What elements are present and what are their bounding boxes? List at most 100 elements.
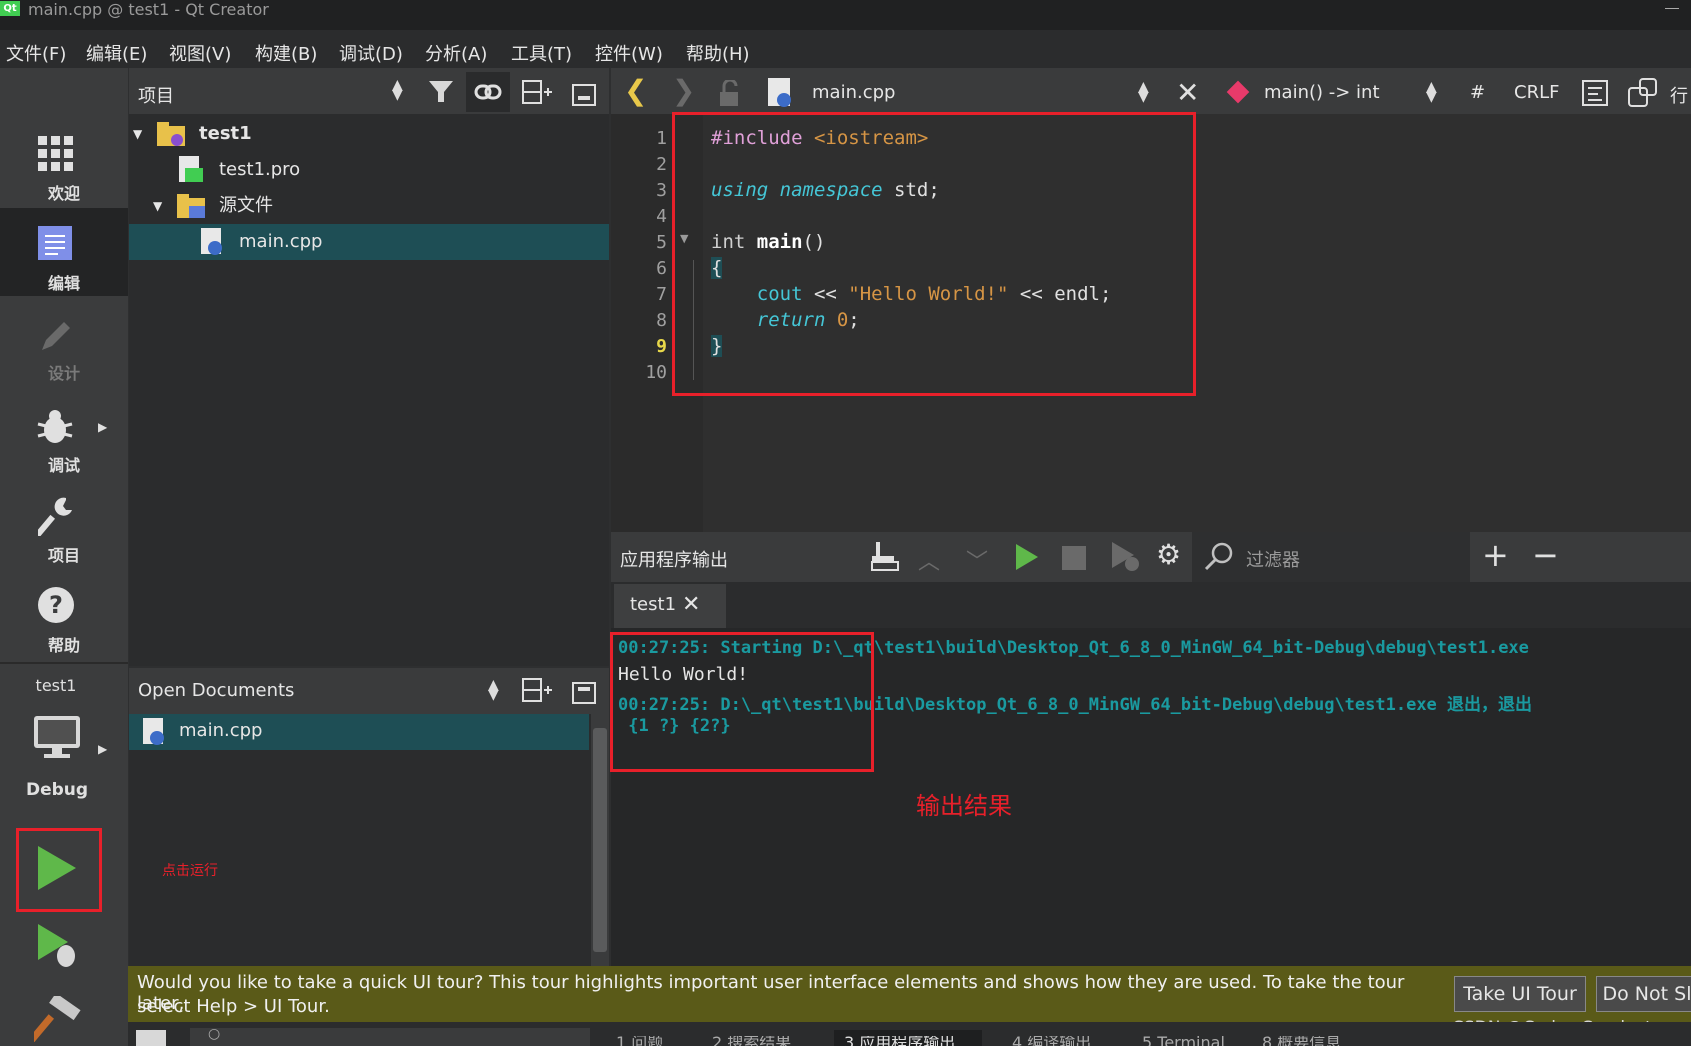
expand-icon: ▼ (133, 127, 143, 141)
outline-icon[interactable] (1582, 80, 1610, 108)
output-filter-input[interactable]: 过滤器 (1192, 532, 1470, 582)
output-tab-test1[interactable]: test1 ✕ (614, 584, 726, 628)
menu-debug[interactable]: 调试(D) (339, 40, 403, 66)
help-icon: ? (38, 587, 74, 623)
lock-icon[interactable] (718, 80, 742, 108)
open-docs-close-icon[interactable] (572, 682, 596, 704)
menu-build[interactable]: 构建(B) (255, 40, 317, 66)
tree-root-label: test1 (199, 123, 252, 144)
monitor-icon[interactable] (32, 714, 82, 762)
status-tab-terminal[interactable]: 5 Terminal (1142, 1036, 1225, 1046)
tour-message-line-2: select Help > UI Tour. (137, 996, 330, 1017)
zoom-in-icon[interactable]: + (1482, 536, 1509, 574)
line-number: 6 (656, 258, 667, 279)
mode-projects-label: 项目 (47, 546, 80, 565)
sort-arrows-icon[interactable]: ▲ ▼ (392, 78, 403, 102)
split-editor-icon[interactable] (1628, 78, 1658, 108)
run-icon[interactable] (36, 844, 78, 892)
open-docs-sort-icon[interactable]: ▲ ▼ (488, 678, 499, 702)
symbol-selector[interactable]: main() -> int (1264, 82, 1380, 103)
status-tab-compile[interactable]: 4 编译输出 (1012, 1036, 1091, 1046)
status-tab-app-output[interactable]: 3 应用程序输出 (844, 1036, 955, 1046)
menu-help[interactable]: 帮助(H) (686, 40, 750, 66)
zoom-out-icon[interactable]: − (1532, 536, 1559, 574)
minimize-icon[interactable] (1665, 8, 1679, 9)
mode-welcome[interactable]: 欢迎 (0, 118, 128, 208)
menu-bar (0, 30, 1691, 68)
hash-label: # (1470, 82, 1486, 103)
status-tab-search[interactable]: 2 搜索结果 (712, 1036, 791, 1046)
menu-widgets[interactable]: 控件(W) (595, 40, 663, 66)
status-tab-general[interactable]: 8 概要信息 (1262, 1036, 1341, 1046)
scroll-thumb[interactable] (593, 728, 607, 952)
menu-edit[interactable]: 编辑(E) (86, 40, 147, 66)
mode-help[interactable]: ? 帮助 (0, 570, 128, 660)
run-annotation: 点击运行 (162, 863, 218, 879)
tree-item-main-cpp[interactable]: main.cpp (129, 224, 609, 260)
output-header (611, 532, 1691, 582)
menu-analyze[interactable]: 分析(A) (425, 40, 487, 66)
do-not-show-button[interactable]: Do Not Sl (1596, 976, 1691, 1012)
build-hammer-icon[interactable] (34, 996, 84, 1042)
bug-icon (37, 410, 73, 443)
open-docs-split-icon[interactable] (522, 678, 552, 704)
mode-debug[interactable]: ▶ 调试 (0, 390, 128, 478)
code-highlight-box (672, 112, 1196, 396)
previous-item-icon[interactable]: ︿ (918, 544, 940, 576)
settings-gear-icon[interactable]: ⚙ (1156, 538, 1181, 571)
open-docs-scrollbar[interactable] (591, 714, 609, 966)
tree-item-sources[interactable]: ▼ 源文件 (129, 188, 609, 224)
cpp-file-icon (201, 228, 222, 255)
symbol-dropdown-icon[interactable]: ▲ ▼ (1426, 80, 1437, 104)
svg-text:?: ? (49, 591, 63, 619)
filter-icon[interactable] (428, 80, 454, 104)
line-number-current: 9 (656, 336, 667, 357)
take-ui-tour-button[interactable]: Take UI Tour (1454, 976, 1586, 1012)
expand-sources-icon: ▼ (153, 199, 163, 213)
tree-item-pro[interactable]: test1.pro (129, 152, 609, 188)
split-add-icon[interactable] (522, 80, 552, 106)
open-doc-label: main.cpp (179, 720, 263, 741)
menu-view[interactable]: 视图(V) (169, 40, 231, 66)
open-documents-list (129, 714, 591, 966)
open-documents-title: Open Documents (138, 680, 295, 701)
link-button[interactable] (466, 72, 510, 112)
mode-divider (0, 662, 128, 664)
mode-help-label: 帮助 (47, 636, 80, 655)
mode-projects[interactable]: 项目 (0, 480, 128, 568)
line-number: 3 (656, 180, 667, 201)
mode-debug-label: 调试 (47, 456, 80, 475)
rerun-icon[interactable] (1014, 542, 1040, 572)
forward-arrow-icon[interactable]: ❯ (672, 74, 695, 107)
line-number: 7 (656, 284, 667, 305)
filter-placeholder: 过滤器 (1246, 550, 1300, 571)
tree-root-test1[interactable]: ▼ test1 (129, 116, 609, 152)
mode-edit[interactable]: 编辑 (0, 208, 128, 296)
menu-file[interactable]: 文件(F) (6, 40, 66, 66)
open-doc-main-cpp[interactable]: main.cpp (129, 714, 589, 750)
status-tab-issues[interactable]: 1 问题 (616, 1036, 663, 1046)
locator-input[interactable]: ○ (190, 1026, 590, 1046)
line-number: 10 (645, 362, 667, 383)
clear-output-icon[interactable] (870, 542, 900, 572)
line-ending-selector[interactable]: CRLF (1514, 82, 1559, 103)
sidebar-toggle-icon[interactable] (136, 1030, 166, 1046)
output-tab-label: test1 (630, 594, 677, 615)
line-label: 行 (1670, 86, 1688, 107)
editor-filename[interactable]: main.cpp (812, 82, 895, 103)
menu-tools[interactable]: 工具(T) (511, 40, 572, 66)
close-panel-icon[interactable] (572, 84, 596, 106)
next-item-icon[interactable]: ﹀ (966, 544, 988, 576)
open-doc-cpp-icon (143, 718, 164, 745)
file-dropdown-icon[interactable]: ▲ ▼ (1138, 80, 1149, 104)
document-edit-icon (38, 226, 72, 260)
output-title: 应用程序输出 (620, 550, 728, 571)
output-tab-close-icon[interactable]: ✕ (682, 592, 700, 617)
close-file-icon[interactable]: ✕ (1176, 76, 1199, 109)
stop-icon[interactable] (1062, 546, 1086, 570)
debug-run-icon[interactable] (36, 922, 82, 970)
mode-design[interactable]: 设计 (0, 298, 128, 388)
attach-debugger-icon[interactable] (1110, 540, 1140, 574)
tree-sources-label: 源文件 (219, 195, 273, 216)
back-arrow-icon[interactable]: ❮ (624, 74, 647, 107)
